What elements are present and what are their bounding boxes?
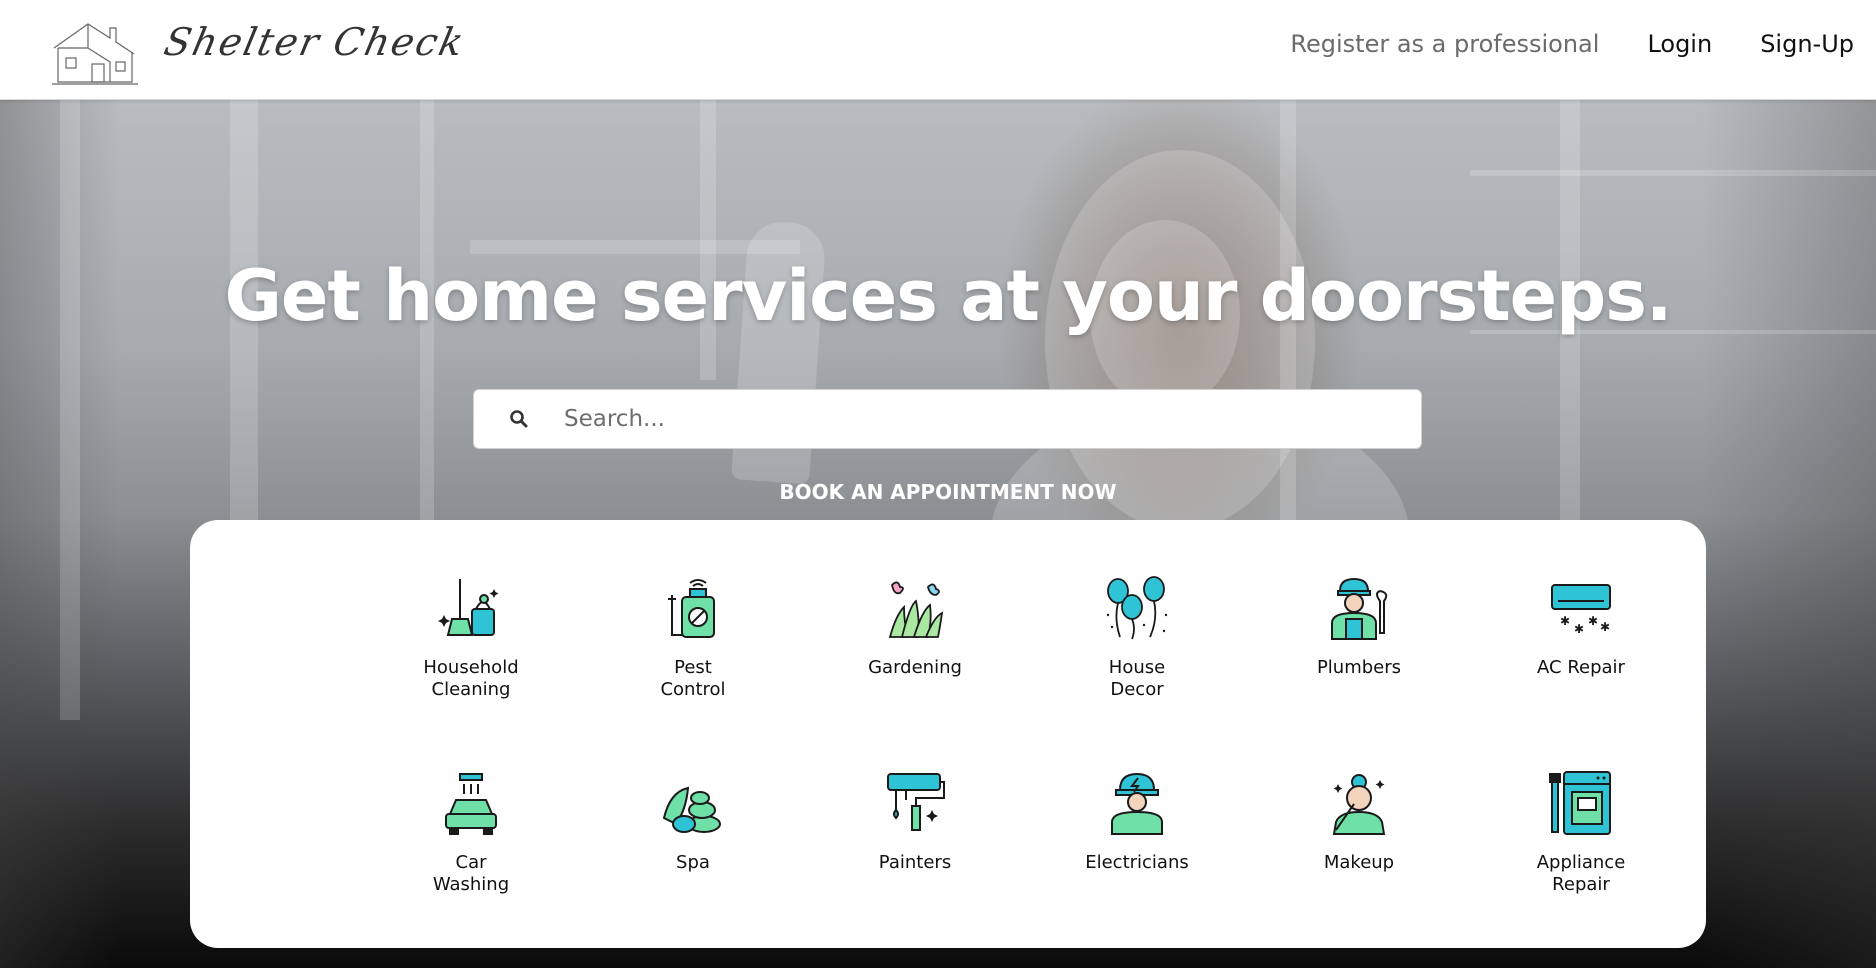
service-painters[interactable]: Painters [804, 770, 1026, 965]
service-pest-control[interactable]: Pest Control [582, 575, 804, 770]
svg-text:✱: ✱ [1560, 614, 1570, 628]
service-electricians[interactable]: Electricians [1026, 770, 1248, 965]
top-navbar: Shelter Check Register as a professional… [0, 0, 1876, 100]
register-professional-link[interactable]: Register as a professional [1290, 30, 1599, 58]
service-ac-repair[interactable]: ✱ ✱ ✱ ✱ AC Repair [1470, 575, 1692, 770]
service-label: Appliance Repair [1536, 852, 1626, 895]
service-label: Gardening [868, 657, 962, 678]
svg-text:✱: ✱ [1600, 620, 1610, 634]
service-label: Household Cleaning [423, 657, 519, 700]
gardening-icon [888, 581, 944, 638]
service-house-decor[interactable]: House Decor [1026, 575, 1248, 770]
appliance-icon [1549, 771, 1611, 835]
service-label: House Decor [1108, 657, 1166, 700]
service-label: Car Washing [432, 852, 510, 895]
paint-roller-icon [887, 773, 945, 831]
search-input[interactable] [564, 406, 1364, 432]
service-label: Spa [676, 852, 710, 873]
house-sketch-icon[interactable] [48, 18, 140, 86]
car-wash-icon [445, 773, 497, 835]
service-plumbers[interactable]: Plumbers [1248, 575, 1470, 770]
service-makeup[interactable]: Makeup [1248, 770, 1470, 965]
plumber-icon [1331, 577, 1388, 640]
spa-stones-icon [662, 786, 721, 833]
hero-section: Get home services at your doorsteps. BOO… [0, 100, 1876, 968]
service-household-cleaning[interactable]: Household Cleaning [360, 575, 582, 770]
svg-text:✱: ✱ [1588, 614, 1598, 628]
service-label: Pest Control [660, 657, 726, 700]
services-grid: Household Cleaning Pest Control Gardenin… [360, 575, 1690, 965]
svg-text:✱: ✱ [1574, 622, 1584, 636]
signup-link[interactable]: Sign-Up [1760, 30, 1854, 58]
service-appliance-repair[interactable]: Appliance Repair [1470, 770, 1692, 965]
balloons-icon [1106, 576, 1168, 640]
service-label: Painters [878, 852, 952, 873]
nav-links: Register as a professional Login Sign-Up [1290, 30, 1854, 58]
brand-name[interactable]: Shelter Check [160, 20, 469, 64]
service-label: Makeup [1323, 852, 1395, 873]
pest-control-icon [668, 579, 715, 638]
services-card: Household Cleaning Pest Control Gardenin… [190, 520, 1706, 948]
cleaning-icon [438, 579, 499, 636]
hero-title: Get home services at your doorsteps. [224, 255, 1672, 337]
login-link[interactable]: Login [1647, 30, 1712, 58]
search-bar[interactable] [473, 389, 1422, 449]
service-label: Electricians [1085, 852, 1189, 873]
service-label: Plumbers [1316, 657, 1402, 678]
air-conditioner-icon: ✱✱ ✱ ✱ [1551, 584, 1611, 636]
electrician-icon [1111, 772, 1163, 835]
service-car-washing[interactable]: Car Washing [360, 770, 582, 965]
book-appointment-cta[interactable]: BOOK AN APPOINTMENT NOW [0, 480, 1876, 504]
service-label: AC Repair [1537, 657, 1625, 678]
makeup-icon [1332, 774, 1386, 835]
service-gardening[interactable]: Gardening [804, 575, 1026, 770]
search-icon[interactable] [474, 389, 564, 449]
service-spa[interactable]: Spa [582, 770, 804, 965]
